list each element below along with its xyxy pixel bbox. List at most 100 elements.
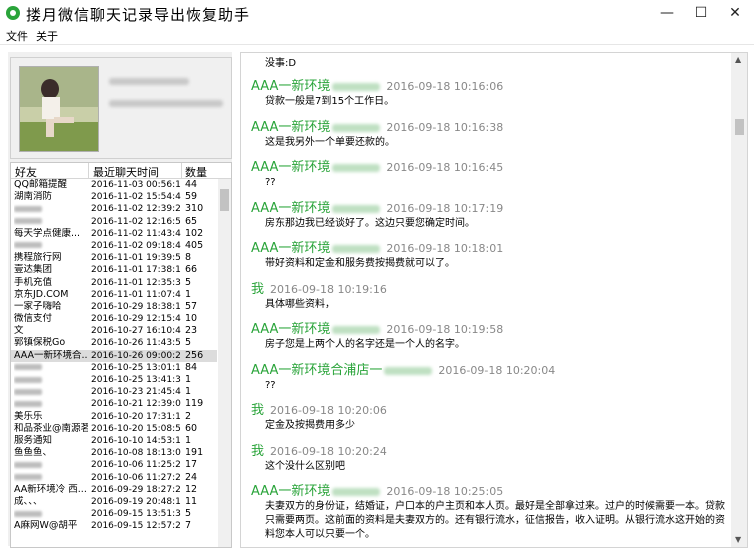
contact-name: 壹达集团 xyxy=(14,264,53,276)
contact-last-time: 2016-10-10 14:53:18 xyxy=(91,435,181,446)
close-button[interactable]: ✕ xyxy=(722,4,748,22)
blurred-sender-suffix xyxy=(332,204,381,213)
contact-count: 12 xyxy=(185,483,198,495)
scroll-thumb[interactable] xyxy=(735,119,744,135)
message-time: 2016-09-18 10:18:01 xyxy=(386,242,504,255)
contact-name: 一家子嗨哈 xyxy=(14,300,62,312)
blurred-name xyxy=(14,400,42,407)
contact-count: 59 xyxy=(185,191,198,203)
table-row[interactable]: 2016-10-25 13:41:37 1 xyxy=(11,374,217,386)
contact-last-time: 2016-10-20 15:08:53 xyxy=(91,423,181,434)
table-row[interactable]: 和品茶业@南源茗 2016-10-20 15:08:53 60 xyxy=(11,423,217,435)
table-row[interactable]: A麻网W@胡平 2016-09-15 12:57:23 7 xyxy=(11,520,217,532)
contact-last-time: 2016-11-01 12:35:32 xyxy=(91,277,181,288)
table-row[interactable]: AAA一新环境合... 2016-10-26 09:00:23 256 xyxy=(11,349,217,362)
chat-scrollbar[interactable]: ▲ ▼ xyxy=(731,53,747,547)
table-row[interactable]: 郭镇保税Go 2016-10-26 11:43:54 5 xyxy=(11,337,217,349)
table-row[interactable]: 微信支付 2016-10-29 12:15:48 10 xyxy=(11,313,217,325)
chat-message-header: AAA一新环境 2016-09-18 10:25:05 xyxy=(251,480,503,499)
table-row[interactable]: 2016-11-02 12:39:29 310 xyxy=(11,203,217,215)
column-friend[interactable]: 好友 xyxy=(15,164,37,180)
table-row[interactable]: 美乐乐 2016-10-20 17:31:18 2 xyxy=(11,411,217,423)
table-row[interactable]: 一家子嗨哈 2016-10-29 18:38:10 57 xyxy=(11,301,217,313)
contact-name: 手机充值 xyxy=(14,276,53,288)
contact-count: 102 xyxy=(185,227,204,239)
table-row[interactable]: 鱼鱼鱼、 2016-10-08 18:13:08 191 xyxy=(11,447,217,459)
contact-last-time: 2016-10-06 11:27:28 xyxy=(91,472,181,483)
contact-last-time: 2016-10-26 11:43:54 xyxy=(91,338,181,349)
message-time: 2016-09-18 10:20:24 xyxy=(270,444,387,458)
scroll-down-icon[interactable]: ▼ xyxy=(735,535,741,544)
table-row[interactable]: 服务通知 2016-10-10 14:53:18 1 xyxy=(11,435,217,447)
chat-message-header: 我 2016-09-18 10:20:24 xyxy=(251,440,387,459)
column-last-chat-time[interactable]: 最近聊天时间 xyxy=(93,164,159,180)
table-row[interactable]: 手机充值 2016-11-01 12:35:32 5 xyxy=(11,277,217,289)
chat-message-header: AAA一新环境 2016-09-18 10:19:58 xyxy=(251,318,503,337)
message-time: 2016-09-18 10:17:19 xyxy=(386,201,504,215)
table-row[interactable]: QQ邮箱提醒 2016-11-03 00:56:13 44 xyxy=(11,179,217,191)
contact-name: 成、、、 xyxy=(14,495,43,507)
message-sender: AAA一新环境 xyxy=(251,484,331,499)
table-row[interactable]: 携程旅行网 2016-11-01 19:39:51 8 xyxy=(11,252,217,264)
contact-list-scrollbar[interactable] xyxy=(218,179,231,547)
message-sender: AAA一新环境 xyxy=(251,79,331,94)
contact-last-time: 2016-10-23 21:45:49 xyxy=(91,387,181,398)
table-row[interactable]: 成、、、 2016-09-19 20:48:19 11 xyxy=(11,496,217,508)
message-time: 2016-09-18 10:19:16 xyxy=(270,282,387,296)
table-row[interactable]: 2016-10-23 21:45:49 1 xyxy=(11,386,217,398)
contact-last-time: 2016-09-15 13:51:36 xyxy=(91,509,181,520)
table-row[interactable]: 2016-10-21 12:39:09 119 xyxy=(11,398,217,410)
table-row[interactable]: 2016-10-25 13:01:17 84 xyxy=(11,362,217,374)
table-row[interactable]: AA新环境冷 西... 2016-09-29 18:27:29 12 xyxy=(11,484,217,496)
contact-last-time: 2016-10-25 13:41:37 xyxy=(91,375,181,385)
column-divider[interactable] xyxy=(181,163,182,178)
blurred-name xyxy=(14,388,42,395)
chat-message-header: 我 2016-09-18 10:20:06 xyxy=(251,399,387,418)
blurred-name xyxy=(14,376,42,383)
menu-file[interactable]: 文件 xyxy=(6,28,28,44)
column-divider[interactable] xyxy=(88,163,89,178)
scroll-thumb[interactable] xyxy=(220,189,229,211)
table-row[interactable]: 2016-11-02 09:18:45 405 xyxy=(11,240,217,252)
contact-name xyxy=(14,240,88,252)
chat-message-text: ?? xyxy=(265,379,276,391)
contact-count: 191 xyxy=(185,447,204,459)
contact-name: 湖南消防 xyxy=(14,191,53,203)
menu-about[interactable]: 关于 xyxy=(36,28,58,44)
message-sender: AAA一新环境 xyxy=(251,322,331,337)
chat-message-text: 这是我另外一个单要还款的。 xyxy=(265,136,395,148)
table-row[interactable]: 每天学点健康... 2016-11-02 11:43:41 102 xyxy=(11,228,217,240)
contact-count: 23 xyxy=(185,325,198,337)
table-row[interactable]: 湖南消防 2016-11-02 15:54:44 59 xyxy=(11,191,217,203)
contact-count: 405 xyxy=(185,239,204,251)
contact-count: 65 xyxy=(185,215,198,227)
table-row[interactable]: 2016-09-15 13:51:36 5 xyxy=(11,508,217,520)
message-time: 2016-09-18 10:20:06 xyxy=(270,404,387,417)
chat-message-header: AAA一新环境 2016-09-18 10:16:38 xyxy=(251,116,503,135)
contact-last-time: 2016-11-02 12:39:29 xyxy=(91,204,181,215)
minimize-button[interactable]: — xyxy=(654,4,680,22)
table-row[interactable]: 2016-11-02 12:16:59 65 xyxy=(11,216,217,228)
contact-count: 44 xyxy=(185,179,198,190)
contact-count: 310 xyxy=(185,203,204,215)
message-sender: AAA一新环境 xyxy=(251,119,331,135)
chat-message-text: 带好资料和定金和服务费按揭费就可以了。 xyxy=(265,258,455,269)
chat-message-text: 这个没什么区别吧 xyxy=(265,460,345,472)
table-row[interactable]: 京东JD.COM 2016-11-01 11:07:48 1 xyxy=(11,289,217,301)
table-row[interactable]: 2016-10-06 11:27:28 24 xyxy=(11,472,217,484)
profile-id-blur xyxy=(109,100,223,107)
contact-name: 携程旅行网 xyxy=(14,252,62,264)
message-time: 2016-09-18 10:25:05 xyxy=(386,485,504,498)
contact-name xyxy=(14,362,88,374)
contact-last-time: 2016-10-29 18:38:10 xyxy=(91,301,181,312)
table-row[interactable]: 壹达集团 2016-11-01 17:38:18 66 xyxy=(11,264,217,276)
table-row[interactable]: 2016-10-06 11:25:20 17 xyxy=(11,459,217,471)
scroll-up-icon[interactable]: ▲ xyxy=(735,55,741,64)
contact-count: 1 xyxy=(185,374,192,385)
contact-count: 5 xyxy=(185,337,192,349)
blurred-sender-suffix xyxy=(332,245,381,253)
column-count[interactable]: 数量 xyxy=(185,164,207,180)
contact-last-time: 2016-10-20 17:31:18 xyxy=(91,411,181,422)
table-row[interactable]: 文 2016-10-27 16:10:49 23 xyxy=(11,325,217,337)
maximize-button[interactable]: ☐ xyxy=(688,4,714,22)
